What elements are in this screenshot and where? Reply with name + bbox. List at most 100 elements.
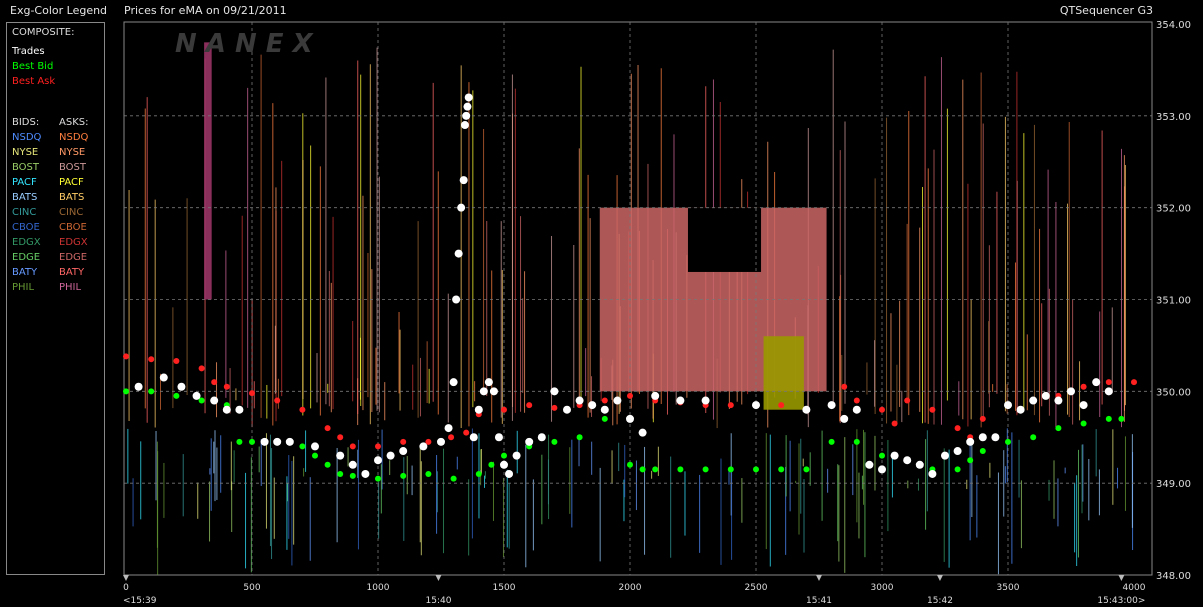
point-trades-19 — [444, 424, 453, 433]
point-best-ask-27 — [727, 402, 734, 409]
point-best-ask-45 — [1105, 379, 1112, 386]
point-best-bid-33 — [828, 438, 835, 445]
point-trades-26 — [462, 111, 471, 120]
point-best-bid-6 — [249, 438, 255, 445]
point-best-bid-46 — [1118, 415, 1125, 422]
point-best-bid-1 — [148, 388, 155, 395]
point-trades-72 — [1067, 387, 1075, 396]
point-best-ask-22 — [601, 397, 608, 404]
point-best-ask-9 — [324, 425, 331, 432]
point-best-bid-15 — [425, 470, 432, 477]
point-trades-61 — [928, 469, 937, 478]
point-trades-25 — [460, 121, 469, 130]
point-best-bid-34 — [853, 438, 860, 445]
point-best-bid-35 — [879, 452, 885, 459]
x-tick-label-5: 2500 — [745, 583, 768, 593]
point-trades-8 — [273, 437, 282, 446]
point-best-ask-2 — [173, 358, 180, 365]
x-tick-label-7: 3500 — [997, 583, 1020, 593]
point-trades-55 — [852, 405, 861, 414]
point-best-ask-13 — [400, 438, 407, 445]
point-best-bid-23 — [601, 415, 608, 422]
point-best-bid-16 — [450, 475, 457, 482]
point-best-bid-40 — [979, 448, 986, 455]
point-best-ask-35 — [891, 420, 898, 427]
point-trades-35 — [500, 460, 508, 469]
point-trades-75 — [1104, 387, 1113, 396]
point-best-bid-18 — [488, 461, 495, 468]
time-marker-0 — [123, 575, 129, 581]
point-trades-4 — [210, 396, 219, 405]
point-trades-51 — [752, 401, 760, 410]
point-best-bid-31 — [778, 466, 785, 473]
y-tick-label-5: 353.00 — [1156, 112, 1191, 123]
point-trades-7 — [260, 437, 269, 446]
point-trades-58 — [890, 451, 899, 460]
point-trades-27 — [463, 102, 472, 111]
phil-block — [204, 42, 212, 300]
point-best-bid-14 — [400, 472, 407, 479]
y-tick-label-6: 354.00 — [1156, 20, 1191, 31]
watermark: N A N E X — [175, 29, 315, 59]
time-label-1: 15:40 — [426, 596, 452, 606]
point-trades-44 — [600, 405, 609, 414]
point-best-ask-16 — [463, 429, 470, 436]
y-tick-label-2: 350.00 — [1156, 387, 1191, 398]
point-best-bid-22 — [576, 434, 583, 441]
point-trades-34 — [494, 433, 503, 442]
point-best-ask-0 — [123, 353, 129, 360]
point-trades-69 — [1029, 396, 1038, 405]
point-trades-29 — [469, 433, 478, 442]
point-best-ask-34 — [879, 406, 885, 413]
ask-gap-block — [687, 207, 762, 272]
point-best-bid-38 — [954, 466, 961, 473]
point-best-bid-26 — [652, 466, 659, 473]
point-best-ask-20 — [551, 404, 558, 411]
point-best-bid-5 — [236, 438, 243, 445]
point-trades-20 — [449, 378, 458, 387]
point-best-bid-41 — [1005, 438, 1011, 445]
point-best-bid-12 — [349, 472, 356, 479]
point-trades-59 — [903, 456, 912, 465]
point-best-ask-18 — [501, 406, 507, 413]
point-trades-40 — [550, 387, 559, 396]
point-best-ask-8 — [299, 406, 306, 413]
y-tick-label-1: 349.00 — [1156, 479, 1191, 490]
point-trades-17 — [419, 442, 428, 451]
point-trades-28 — [464, 93, 473, 102]
point-trades-63 — [953, 447, 962, 456]
point-best-bid-17 — [475, 470, 482, 477]
point-trades-5 — [222, 405, 231, 414]
x-tick-label-0: 0 — [123, 583, 129, 593]
point-trades-45 — [613, 396, 622, 405]
point-trades-6 — [235, 405, 244, 414]
point-trades-16 — [399, 447, 408, 456]
point-best-bid-21 — [551, 438, 558, 445]
point-best-bid-13 — [375, 475, 381, 482]
point-best-ask-1 — [148, 356, 155, 363]
point-best-bid-43 — [1055, 425, 1062, 432]
point-best-ask-4 — [211, 379, 218, 386]
time-label-0: <15:39 — [123, 596, 157, 606]
point-best-ask-46 — [1131, 379, 1137, 386]
point-best-bid-9 — [312, 452, 318, 459]
point-trades-22 — [454, 249, 463, 258]
point-trades-74 — [1092, 378, 1101, 387]
x-tick-label-3: 1500 — [493, 583, 516, 593]
point-trades-54 — [840, 414, 849, 423]
point-best-bid-30 — [753, 466, 759, 473]
time-marker-2 — [816, 575, 822, 581]
x-tick-label-1: 500 — [243, 583, 260, 593]
point-best-bid-19 — [501, 452, 507, 459]
point-best-ask-23 — [627, 392, 633, 399]
point-trades-73 — [1079, 401, 1088, 410]
point-best-bid-42 — [1030, 434, 1037, 441]
point-best-bid-29 — [727, 466, 734, 473]
point-best-ask-10 — [337, 434, 344, 441]
point-trades-11 — [336, 451, 345, 460]
point-best-bid-28 — [702, 466, 709, 473]
point-best-bid-8 — [299, 443, 306, 450]
point-best-ask-32 — [841, 383, 848, 390]
point-trades-50 — [701, 396, 710, 405]
point-trades-56 — [865, 460, 874, 469]
